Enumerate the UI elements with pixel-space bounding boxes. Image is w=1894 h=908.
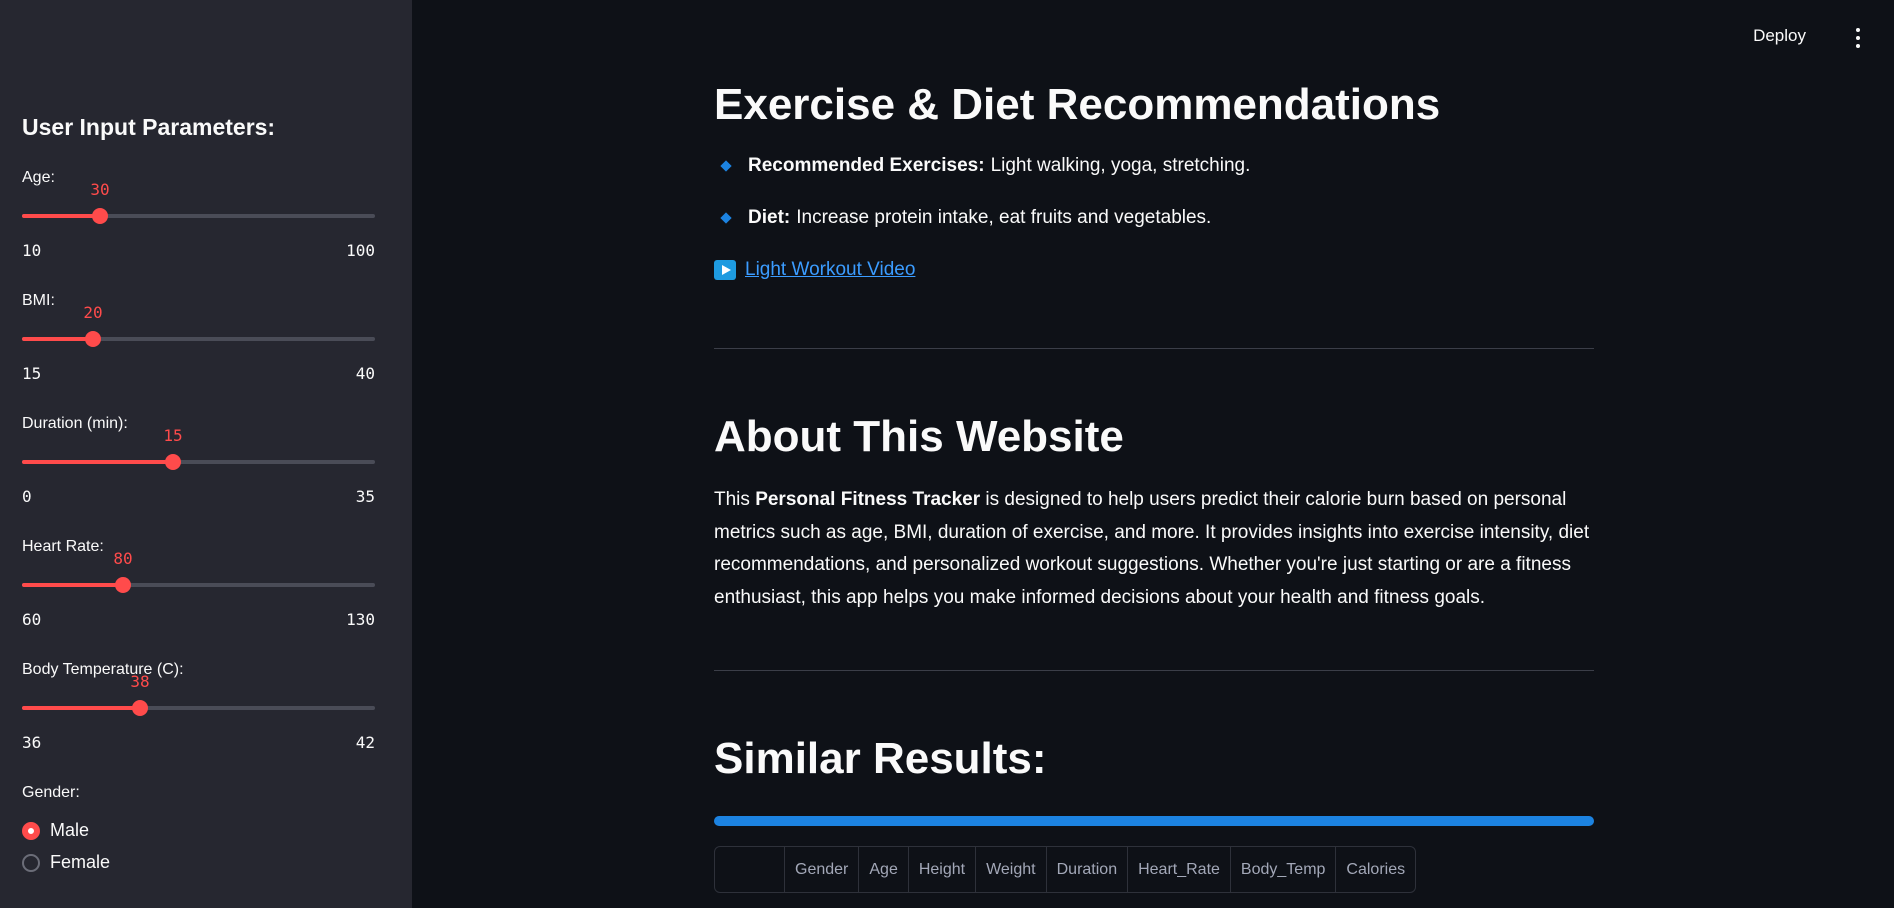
workout-video-link[interactable]: Light Workout Video bbox=[745, 259, 915, 281]
table-header-weight[interactable]: Weight bbox=[976, 847, 1047, 892]
divider bbox=[714, 348, 1594, 349]
slider-thumb[interactable] bbox=[132, 700, 148, 716]
slider-fill bbox=[22, 460, 173, 464]
recommendations-title: Exercise & Diet Recommendations bbox=[714, 80, 1441, 129]
table-header-height[interactable]: Height bbox=[909, 847, 977, 892]
slider-thumb[interactable] bbox=[115, 577, 131, 593]
slider-max: 35 bbox=[355, 487, 375, 506]
video-line: Light Workout Video bbox=[714, 259, 915, 281]
radio-label: Female bbox=[50, 852, 111, 872]
exercises-label: Recommended Exercises: bbox=[748, 155, 985, 176]
slider-value: 80 bbox=[113, 549, 133, 568]
about-title: About This Website bbox=[714, 412, 1124, 461]
slider-track[interactable]: 80 bbox=[22, 549, 375, 593]
diamond-bullet-icon bbox=[720, 160, 732, 172]
table-header-calories[interactable]: Calories bbox=[1336, 847, 1415, 892]
slider-fill bbox=[22, 214, 100, 218]
radio-unchecked-icon[interactable] bbox=[22, 853, 40, 872]
gender-radio-male[interactable]: Male bbox=[22, 820, 89, 841]
slider-value: 15 bbox=[163, 426, 183, 445]
table-header-age[interactable]: Age bbox=[859, 847, 909, 892]
slider-track[interactable]: 38 bbox=[22, 672, 375, 716]
slider-label: Age: bbox=[22, 169, 55, 186]
sidebar: User Input Parameters: Age: 30 10 100 BM… bbox=[0, 0, 412, 908]
gender-label: Gender: bbox=[22, 784, 80, 801]
play-button-icon bbox=[714, 260, 736, 280]
progress-fill bbox=[714, 816, 1594, 826]
slider-fill bbox=[22, 706, 140, 710]
slider-min: 60 bbox=[22, 610, 42, 629]
slider-max: 100 bbox=[346, 241, 375, 260]
slider-label: Duration (min): bbox=[22, 415, 128, 432]
divider bbox=[714, 670, 1594, 671]
deploy-button[interactable]: Deploy bbox=[1753, 26, 1806, 46]
slider-fill bbox=[22, 583, 123, 587]
diamond-bullet-icon bbox=[720, 212, 732, 224]
heart-rate-slider[interactable]: Heart Rate: 80 60 130 bbox=[22, 538, 375, 638]
table-header-heart-rate[interactable]: Heart_Rate bbox=[1128, 847, 1231, 892]
slider-track[interactable]: 15 bbox=[22, 426, 375, 470]
radio-label: Male bbox=[50, 820, 90, 840]
slider-min: 10 bbox=[22, 241, 42, 260]
diet-text: Increase protein intake, eat fruits and … bbox=[796, 207, 1212, 228]
slider-max: 42 bbox=[355, 733, 375, 752]
list-item-exercises: Recommended Exercises: Light walking, yo… bbox=[714, 155, 1250, 177]
sidebar-title: User Input Parameters: bbox=[22, 114, 276, 140]
slider-label: BMI: bbox=[22, 292, 55, 309]
diet-label: Diet: bbox=[748, 207, 791, 228]
results-table[interactable]: Gender Age Height Weight Duration Heart_… bbox=[714, 846, 1417, 893]
slider-max: 40 bbox=[355, 364, 375, 383]
more-menu-icon[interactable] bbox=[1856, 28, 1860, 52]
duration-slider[interactable]: Duration (min): 15 0 35 bbox=[22, 415, 375, 515]
body-temp-slider[interactable]: Body Temperature (C): 38 36 42 bbox=[22, 661, 375, 761]
slider-label: Body Temperature (C): bbox=[22, 661, 184, 678]
slider-value: 38 bbox=[130, 672, 150, 691]
radio-checked-icon[interactable] bbox=[22, 821, 40, 840]
slider-value: 20 bbox=[83, 303, 103, 322]
progress-bar bbox=[714, 816, 1594, 826]
table-header-duration[interactable]: Duration bbox=[1047, 847, 1129, 892]
slider-thumb[interactable] bbox=[165, 454, 181, 470]
slider-thumb[interactable] bbox=[85, 331, 101, 347]
top-bar: Deploy bbox=[1594, 0, 1894, 70]
about-text-bold: Personal Fitness Tracker bbox=[755, 489, 981, 510]
slider-min: 36 bbox=[22, 733, 42, 752]
about-text-prefix: This bbox=[714, 489, 756, 510]
table-header-gender[interactable]: Gender bbox=[785, 847, 860, 892]
slider-track[interactable]: 30 bbox=[22, 180, 375, 224]
list-item-diet: Diet: Increase protein intake, eat fruit… bbox=[714, 207, 1211, 229]
similar-results-title: Similar Results: bbox=[714, 734, 1047, 783]
slider-value: 30 bbox=[90, 180, 110, 199]
slider-max: 130 bbox=[346, 610, 375, 629]
about-paragraph: This Personal Fitness Tracker is designe… bbox=[714, 484, 1594, 614]
slider-min: 0 bbox=[22, 487, 32, 506]
slider-fill bbox=[22, 337, 93, 341]
exercises-text: Light walking, yoga, stretching. bbox=[990, 155, 1251, 176]
gender-radio-female[interactable]: Female bbox=[22, 852, 110, 873]
slider-track[interactable]: 20 bbox=[22, 303, 375, 347]
table-header-index bbox=[715, 847, 785, 892]
table-header-body-temp[interactable]: Body_Temp bbox=[1231, 847, 1337, 892]
bmi-slider[interactable]: BMI: 20 15 40 bbox=[22, 292, 375, 392]
slider-label: Heart Rate: bbox=[22, 538, 104, 555]
slider-thumb[interactable] bbox=[92, 208, 108, 224]
age-slider[interactable]: Age: 30 10 100 bbox=[22, 169, 375, 269]
slider-min: 15 bbox=[22, 364, 42, 383]
